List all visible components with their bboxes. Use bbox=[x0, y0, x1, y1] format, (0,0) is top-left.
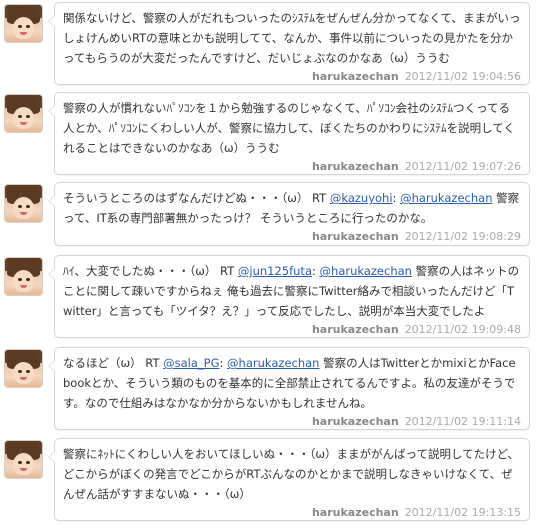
tweet-username[interactable]: harukazechan bbox=[312, 415, 399, 428]
tweet-text-segment: : bbox=[219, 356, 228, 370]
tweet-text-segment: 警察の人が慣れないﾊﾟｿｺﾝを１から勉強するのじゃなくて、ﾊﾟｿｺﾝ会社のｼｽﾃ… bbox=[63, 101, 515, 155]
tweet-text-segment: : bbox=[312, 264, 320, 278]
tweet-username[interactable]: harukazechan bbox=[312, 506, 399, 519]
mention-link[interactable]: @kazuyohi bbox=[330, 191, 393, 205]
tweet-bubble: 警察の人が慣れないﾊﾟｿｺﾝを１から勉強するのじゃなくて、ﾊﾟｿｺﾝ会社のｼｽﾃ… bbox=[48, 92, 530, 176]
tweet-text: なるほど（ω） RT @sala_PG: @harukazechan 警察の人は… bbox=[63, 353, 521, 413]
tweet-timestamp[interactable]: 2012/11/02 19:09:48 bbox=[405, 323, 521, 336]
tweet-meta: harukazechan 2012/11/02 19:11:14 bbox=[63, 413, 521, 431]
avatar[interactable] bbox=[5, 185, 42, 222]
tweet-username[interactable]: harukazechan bbox=[312, 70, 399, 83]
tweet-timestamp[interactable]: 2012/11/02 19:08:29 bbox=[405, 230, 521, 243]
tweet-bubble: なるほど（ω） RT @sala_PG: @harukazechan 警察の人は… bbox=[48, 347, 530, 431]
mention-link[interactable]: @harukazechan bbox=[400, 191, 492, 205]
tweet-meta: harukazechan 2012/11/02 19:13:15 bbox=[63, 504, 521, 522]
tweet-timestamp[interactable]: 2012/11/02 19:07:26 bbox=[405, 160, 521, 173]
avatar[interactable] bbox=[5, 258, 42, 295]
tweet-bubble: そういうところのはずなんだけどぬ・・・（ω） RT @kazuyohi: @ha… bbox=[48, 182, 530, 246]
tweet-meta: harukazechan 2012/11/02 19:04:56 bbox=[63, 68, 521, 86]
tweet-bubble: 関係ないけど、警察の人がだれもついったのｼｽﾃﾑをぜんぜん分かってなくて、ままが… bbox=[48, 2, 530, 86]
tweet-username[interactable]: harukazechan bbox=[312, 160, 399, 173]
tweet-bubble: ﾊｲ、大変でしたぬ・・・（ω） RT @jun125futa: @harukaz… bbox=[48, 255, 530, 339]
tweet-text-segment: : bbox=[392, 191, 401, 205]
tweet-text: 関係ないけど、警察の人がだれもついったのｼｽﾃﾑをぜんぜん分かってなくて、ままが… bbox=[63, 8, 521, 68]
tweet-text-segment: 関係ないけど、警察の人がだれもついったのｼｽﾃﾑをぜんぜん分かってなくて、ままが… bbox=[63, 11, 521, 65]
tweet-text: ﾊｲ、大変でしたぬ・・・（ω） RT @jun125futa: @harukaz… bbox=[63, 261, 521, 321]
tweet-feed: 関係ないけど、警察の人がだれもついったのｼｽﾃﾑをぜんぜん分かってなくて、ままが… bbox=[0, 0, 540, 530]
mention-link[interactable]: @sala_PG bbox=[163, 356, 219, 370]
tweet-timestamp[interactable]: 2012/11/02 19:04:56 bbox=[405, 70, 521, 83]
mention-link[interactable]: @jun125futa bbox=[238, 264, 312, 278]
tweet-username[interactable]: harukazechan bbox=[312, 323, 399, 336]
tweet-text: そういうところのはずなんだけどぬ・・・（ω） RT @kazuyohi: @ha… bbox=[63, 188, 521, 228]
tweet-meta: harukazechan 2012/11/02 19:08:29 bbox=[63, 228, 521, 246]
tweet-text-segment: ﾊｲ、大変でしたぬ・・・（ω） RT bbox=[63, 264, 238, 278]
avatar[interactable] bbox=[5, 95, 42, 132]
tweet-text: 警察の人が慣れないﾊﾟｿｺﾝを１から勉強するのじゃなくて、ﾊﾟｿｺﾝ会社のｼｽﾃ… bbox=[63, 98, 521, 158]
tweet-timestamp[interactable]: 2012/11/02 19:11:14 bbox=[405, 415, 521, 428]
avatar[interactable] bbox=[5, 350, 42, 387]
tweet-text-segment: なるほど（ω） RT bbox=[63, 356, 164, 370]
avatar[interactable] bbox=[5, 5, 42, 42]
tweet-username[interactable]: harukazechan bbox=[312, 230, 399, 243]
tweet-timestamp[interactable]: 2012/11/02 19:13:15 bbox=[405, 506, 521, 519]
tweet-text-segment: 警察にﾈｯﾄにくわしい人をおいてほしいぬ・・・（ω）ままががんばって説明してたけ… bbox=[63, 447, 520, 501]
tweet-meta: harukazechan 2012/11/02 19:07:26 bbox=[63, 158, 521, 176]
tweet-bubble: 警察にﾈｯﾄにくわしい人をおいてほしいぬ・・・（ω）ままががんばって説明してたけ… bbox=[48, 438, 530, 522]
tweet-text-segment: そういうところのはずなんだけどぬ・・・（ω） RT bbox=[63, 191, 330, 205]
mention-link[interactable]: @harukazechan bbox=[320, 264, 412, 278]
mention-link[interactable]: @harukazechan bbox=[227, 356, 319, 370]
avatar[interactable] bbox=[5, 441, 42, 478]
tweet-text: 警察にﾈｯﾄにくわしい人をおいてほしいぬ・・・（ω）ままががんばって説明してたけ… bbox=[63, 444, 521, 504]
tweet-meta: harukazechan 2012/11/02 19:09:48 bbox=[63, 321, 521, 339]
